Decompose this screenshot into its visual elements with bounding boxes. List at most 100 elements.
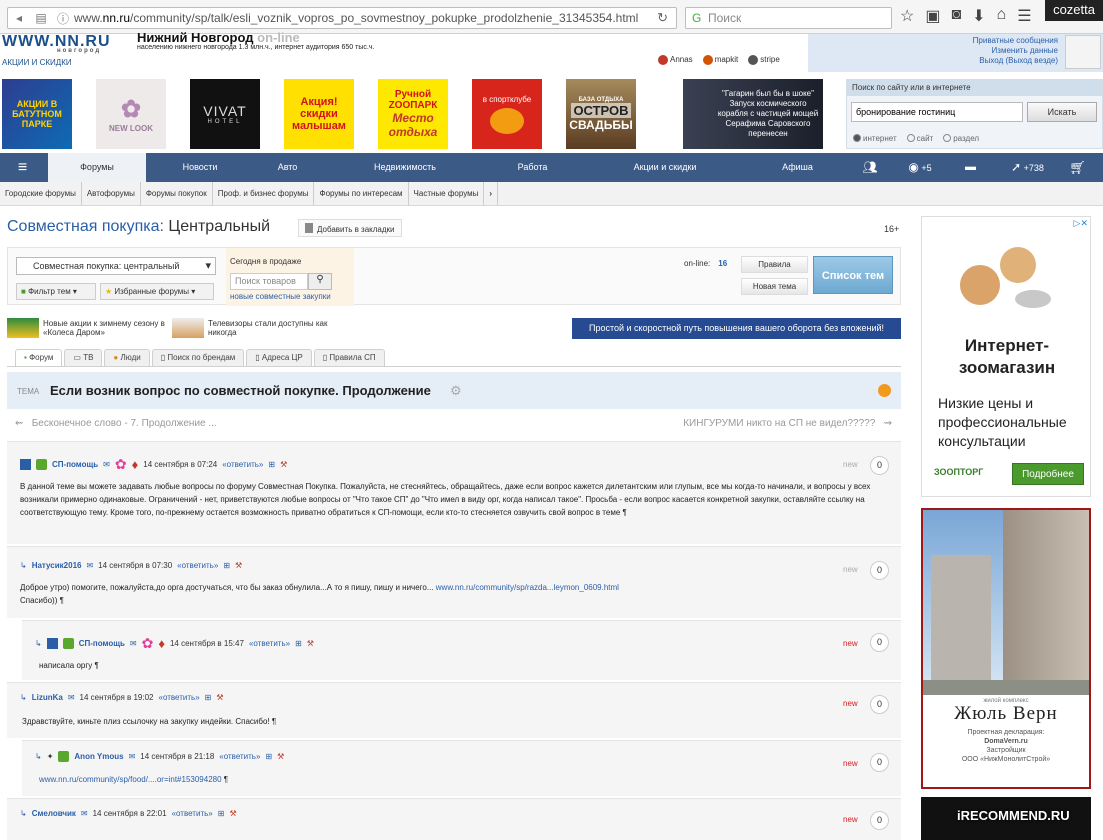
pocket-icon[interactable]: ◙ (951, 6, 961, 26)
banner-kids-sale[interactable]: Акция! скидки малышам (284, 79, 354, 149)
rating-count[interactable]: 0 (870, 561, 889, 580)
topic-list-button[interactable]: Список тем (813, 256, 893, 294)
news-teaser[interactable]: Новые акции к зимнему сезону в «Колеса Д… (7, 318, 167, 338)
post-author[interactable]: СП-помощь (79, 639, 125, 648)
partner-link[interactable]: mapkit (702, 55, 738, 65)
tab-tv[interactable]: ▭ ТВ (64, 349, 103, 366)
reply-link[interactable]: «ответить» (249, 639, 290, 648)
banner-zoo[interactable]: Ручной ZOOПАРК Место отдыха (378, 79, 448, 149)
banner-vivat[interactable]: VIVAT HOTEL (190, 79, 260, 149)
menu-icon[interactable]: ☰ (1017, 6, 1031, 26)
address-bar[interactable]: ◂ ▤ ⓘ www.nn.ru/community/sp/talk/esli_v… (7, 7, 677, 29)
browser-search-input[interactable]: G Поиск (685, 7, 892, 29)
rules-button[interactable]: Правила (741, 256, 808, 273)
subnav-city-forums[interactable]: Городские форумы (0, 182, 82, 205)
banner-sportclub[interactable]: в спортклубе (472, 79, 542, 149)
subnav-more-icon[interactable]: › (484, 182, 499, 205)
new-purchases-link[interactable]: новые совместные закупки (230, 292, 331, 301)
rating-count[interactable]: 0 (870, 456, 889, 475)
post-author[interactable]: СП-помощь (52, 460, 98, 469)
quote-icon[interactable]: ⊞ (265, 752, 272, 761)
subnav-interest-forums[interactable]: Форумы по интересам (314, 182, 409, 205)
ad-choices-icon[interactable]: ▷✕ (1074, 218, 1088, 229)
nav-afisha[interactable]: Афиша (765, 153, 830, 182)
reload-icon[interactable]: ↻ (657, 10, 668, 26)
news-teaser[interactable]: Телевизоры стали доступны как никогда (172, 318, 335, 338)
tools-icon[interactable]: ⚒ (235, 561, 242, 570)
subnav-auto-forums[interactable]: Автофорумы (82, 182, 141, 205)
hamburger-icon[interactable]: ≡ (0, 159, 45, 177)
add-bookmark-button[interactable]: Добавить в закладки (298, 219, 402, 237)
reading-list-icon[interactable]: ▣ (925, 6, 940, 26)
mail-icon[interactable]: ✉ (81, 809, 88, 818)
tab-addresses[interactable]: ▯ Адреса ЦР (246, 349, 312, 366)
product-search-button[interactable]: ⚲ (308, 273, 332, 290)
filter-topics-button[interactable]: ■ Фильтр тем ▾ (16, 283, 96, 300)
rating-counter[interactable]: ➚ +738 (1000, 153, 1055, 182)
post-link[interactable]: www.nn.ru/community/sp/razda...leymon_06… (436, 583, 619, 592)
nav-forums[interactable]: Форумы (48, 153, 146, 182)
mail-icon[interactable]: ✉ (129, 752, 136, 761)
reader-icon[interactable]: ▤ (30, 11, 52, 25)
reply-link[interactable]: «ответить» (219, 752, 260, 761)
reply-link[interactable]: «ответить» (159, 693, 200, 702)
post-author[interactable]: Натусик2016 (32, 561, 82, 570)
next-topic-link[interactable]: КИНГУРУМИ никто на СП не видел????? ⇝ (683, 418, 892, 429)
rating-count[interactable]: 0 (870, 811, 889, 830)
logout-link[interactable]: Выход (Выход везде) (973, 56, 1058, 66)
banner-new-look[interactable]: ✿ NEW LOOK (96, 79, 166, 149)
tools-icon[interactable]: ⚒ (277, 752, 284, 761)
quote-icon[interactable]: ⊞ (268, 460, 275, 469)
radio-site[interactable]: сайт (906, 134, 933, 143)
tools-icon[interactable]: ⚒ (307, 639, 314, 648)
post-author[interactable]: LizunKa (32, 693, 63, 702)
quote-icon[interactable]: ⊞ (295, 639, 302, 648)
promo-link[interactable]: АКЦИИ И СКИДКИ (2, 58, 72, 67)
banner-trampoline[interactable]: АКЦИИ В БАТУТНОМ ПАРКЕ (2, 79, 72, 149)
partner-link[interactable]: Annas (658, 55, 693, 65)
people-icon[interactable]: 👥︎ (855, 153, 885, 182)
nav-auto[interactable]: Авто (260, 153, 315, 182)
post-author[interactable]: Смеловчик (32, 809, 76, 818)
info-icon[interactable]: ⓘ (52, 10, 74, 27)
nav-sales[interactable]: Акции и скидки (615, 153, 715, 182)
edit-profile-link[interactable]: Изменить данные (973, 46, 1058, 56)
new-topic-button[interactable]: Новая тема (741, 278, 808, 295)
home-icon[interactable]: ⌂ (997, 6, 1007, 26)
rating-count[interactable]: 0 (870, 633, 889, 652)
banner-news-gagarin[interactable]: "Гагарин был бы в шоке" Запуск космическ… (683, 79, 823, 149)
quote-icon[interactable]: ⊞ (218, 809, 225, 818)
subnav-business-forums[interactable]: Проф. и бизнес форумы (213, 182, 315, 205)
reply-link[interactable]: «ответить» (177, 561, 218, 570)
nav-jobs[interactable]: Работа (500, 153, 565, 182)
star-icon[interactable]: ☆ (900, 6, 914, 26)
quote-icon[interactable]: ⊞ (205, 693, 212, 702)
site-search-button[interactable]: Искать (1027, 102, 1097, 122)
ad-building[interactable]: жилой комплекс Жюль Верн Проектная декла… (921, 508, 1091, 789)
tools-icon[interactable]: ⚒ (280, 460, 287, 469)
url-text[interactable]: www.nn.ru/community/sp/talk/esli_voznik_… (74, 11, 638, 25)
quote-icon[interactable]: ⊞ (223, 561, 230, 570)
ad-pet-shop[interactable]: ▷✕ Интернет-зоомагазин Низкие цены и про… (921, 216, 1091, 497)
prev-topic-link[interactable]: ⇜ Бесконечное слово - 7. Продолжение ... (15, 418, 217, 429)
nav-realty[interactable]: Недвижимость (355, 153, 455, 182)
ad-building-site[interactable]: DomaVern.ru (984, 738, 1028, 745)
mail-icon[interactable]: ✉ (103, 460, 110, 469)
radio-internet[interactable]: интернет (853, 134, 897, 143)
tab-brands[interactable]: ▯ Поиск по брендам (151, 349, 245, 366)
messages-icon[interactable]: ▬ (958, 153, 983, 182)
favorite-forums-button[interactable]: ★ Избранные форумы ▾ (100, 283, 214, 300)
tab-people[interactable]: ● Люди (104, 349, 150, 366)
rss-icon[interactable] (878, 384, 891, 397)
tab-rules[interactable]: ▯ Правила СП (313, 349, 385, 366)
radio-section[interactable]: раздел (943, 134, 979, 143)
subnav-shopping-forums[interactable]: Форумы покупок (141, 182, 213, 205)
gear-icon[interactable]: ⚙ (450, 383, 462, 399)
cart-icon[interactable]: 🛒︎ (1065, 153, 1090, 182)
views-counter[interactable]: ◉ +5 (900, 153, 940, 182)
site-search-input[interactable] (851, 102, 1023, 122)
mail-icon[interactable]: ✉ (86, 561, 93, 570)
post-link[interactable]: www.nn.ru/community/sp/food/....or=int#1… (39, 775, 222, 784)
ad-pet-more-button[interactable]: Подробнее (1012, 463, 1084, 485)
subnav-private-forums[interactable]: Частные форумы (409, 182, 485, 205)
